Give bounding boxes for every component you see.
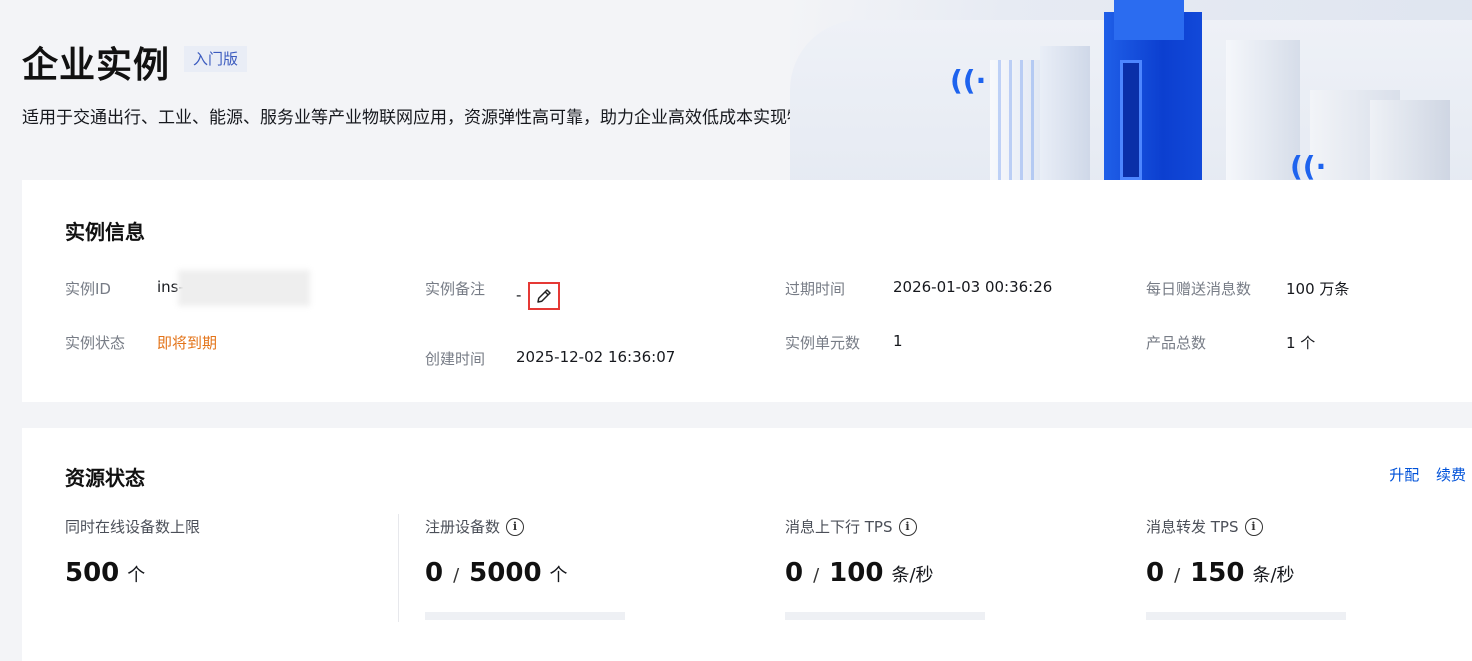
product-total-label: 产品总数	[1146, 334, 1207, 352]
registered-devices-progress	[425, 612, 625, 620]
product-total-value: 1 个	[1286, 334, 1316, 352]
instance-status-label: 实例状态	[65, 334, 126, 352]
renew-link[interactable]: 续费	[1436, 466, 1466, 484]
wifi-icon: ((·	[1290, 150, 1327, 180]
forward-tps-progress	[1146, 612, 1346, 620]
instance-remark-value: -	[516, 286, 522, 304]
pencil-icon	[537, 289, 551, 303]
message-tps-progress	[785, 612, 985, 620]
page-title: 企业实例	[22, 45, 171, 86]
registered-devices-label: 注册设备数 i	[425, 516, 525, 537]
instance-remark-label: 实例备注	[425, 280, 486, 298]
edit-remark-button[interactable]	[528, 282, 560, 310]
created-time-value: 2025-12-02 16:36:07	[516, 348, 676, 366]
info-icon[interactable]: i	[1244, 517, 1263, 536]
info-icon[interactable]: i	[898, 517, 917, 536]
forward-tps-label: 消息转发 TPS i	[1146, 516, 1263, 537]
resource-actions: 升配 续费	[1377, 464, 1466, 485]
edition-tag: 入门版	[184, 46, 248, 72]
instance-units-value: 1	[893, 332, 903, 350]
instance-id-redacted	[178, 270, 310, 306]
created-time-label: 创建时间	[425, 350, 486, 368]
wifi-icon: ((·	[950, 64, 987, 97]
message-tps-label: 消息上下行 TPS i	[785, 516, 917, 537]
expire-time-label: 过期时间	[785, 280, 846, 298]
upgrade-link[interactable]: 升配	[1389, 466, 1419, 484]
info-icon[interactable]: i	[506, 517, 525, 536]
instance-id-label: 实例ID	[65, 280, 111, 298]
daily-messages-label: 每日赠送消息数	[1146, 280, 1252, 298]
daily-messages-value: 100 万条	[1286, 280, 1350, 298]
hero-illustration: ((· ((·	[790, 0, 1472, 180]
instance-info-title: 实例信息	[65, 220, 145, 244]
instance-units-label: 实例单元数	[785, 334, 861, 352]
online-device-limit-value: 500 个	[65, 558, 146, 588]
page-description: 适用于交通出行、工业、能源、服务业等产业物联网应用，资源弹性高可靠，助力企业高效…	[22, 108, 906, 128]
online-device-limit-label: 同时在线设备数上限	[65, 518, 201, 536]
divider	[398, 514, 399, 622]
message-tps-value: 0 / 100 条/秒	[785, 558, 934, 588]
instance-info-card: 实例信息 实例ID ins- 实例状态 即将到期 实例备注 - 创建时间 202…	[22, 180, 1472, 402]
page-header: 企业实例 入门版 适用于交通出行、工业、能源、服务业等产业物联网应用，资源弹性高…	[0, 0, 1472, 180]
registered-devices-value: 0 / 5000 个	[425, 558, 568, 588]
forward-tps-value: 0 / 150 条/秒	[1146, 558, 1295, 588]
resource-status-card: 资源状态 升配 续费 同时在线设备数上限 500 个 注册设备数 i 0 / 5…	[22, 428, 1472, 661]
resource-status-title: 资源状态	[65, 466, 145, 490]
expire-time-value: 2026-01-03 00:36:26	[893, 278, 1053, 296]
instance-status-value: 即将到期	[157, 334, 218, 352]
